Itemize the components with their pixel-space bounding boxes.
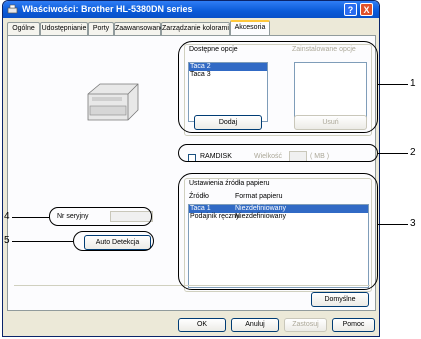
callout-4-outline [49, 207, 152, 226]
apply-button[interactable]: Zastosuj [284, 318, 327, 332]
default-button[interactable]: Domyślne [311, 292, 369, 307]
printer-icon [7, 4, 18, 14]
callout-5-outline [73, 231, 154, 251]
tab-color-management[interactable]: Zarządzanie kolorami [161, 22, 230, 35]
cancel-button[interactable]: Anuluj [231, 318, 279, 332]
close-button[interactable]: X [360, 3, 373, 16]
callout-4-line [12, 217, 49, 218]
help-footer-button[interactable]: Pomoc [332, 318, 375, 332]
callout-5-line [12, 241, 73, 242]
tab-accessories[interactable]: Akcesoria [230, 20, 270, 35]
tab-sharing[interactable]: Udostępnianie [40, 22, 88, 35]
tab-advanced[interactable]: Zaawansowane [114, 22, 164, 35]
callout-2-number: 2 [410, 147, 416, 158]
printer-image [87, 83, 139, 121]
callout-1-outline [178, 41, 378, 133]
help-button[interactable]: ? [344, 3, 357, 16]
callout-2-outline [178, 144, 378, 162]
ok-button[interactable]: OK [178, 318, 226, 332]
callout-3-outline [178, 173, 378, 290]
callout-4-number: 4 [4, 211, 10, 222]
window-title: Właściwości: Brother HL-5380DN series [22, 4, 193, 14]
callout-2-line [378, 153, 408, 154]
callout-3-number: 3 [410, 218, 416, 229]
tab-general[interactable]: Ogólne [7, 22, 40, 35]
callout-5-number: 5 [4, 235, 10, 246]
callout-1-number: 1 [410, 78, 416, 89]
title-bar: Właściwości: Brother HL-5380DN series ? … [3, 1, 379, 18]
callout-3-line [378, 224, 408, 225]
callout-1-line [378, 84, 408, 85]
tab-ports[interactable]: Porty [88, 22, 114, 35]
